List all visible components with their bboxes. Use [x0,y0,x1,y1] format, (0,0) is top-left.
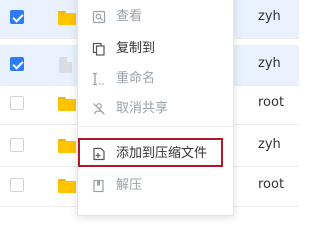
extract-icon [93,179,104,193]
folder-icon [58,11,76,25]
menu-item-label: 查看 [116,9,143,24]
row-owner: root [258,95,285,110]
menu-item-label: 重命名 [116,71,156,86]
folder-icon [58,139,76,153]
row-checkbox[interactable] [10,138,24,152]
folder-icon [58,97,76,111]
menu-divider [78,126,233,127]
row-checkbox[interactable] [10,178,24,192]
unshare-icon [93,103,105,115]
file-icon [59,57,72,73]
menu-item-extract[interactable]: 解压 [78,171,233,201]
menu-item-label: 取消共享 [116,101,169,116]
row-checkbox[interactable] [10,57,24,71]
menu-item-label: 复制到 [116,41,156,56]
menu-item-unshare[interactable]: 取消共享 [78,94,233,124]
rename-icon [93,72,104,86]
context-menu: 查看 复制到 重命名 取消共享 添加到压缩文件 解压 [77,0,234,216]
search-icon [92,10,106,24]
row-owner: zyh [258,9,281,24]
menu-item-view[interactable]: 查看 [78,2,233,32]
copy-icon [92,42,105,56]
row-checkbox[interactable] [10,96,24,110]
menu-item-copy-to[interactable]: 复制到 [78,34,233,64]
highlight-box [78,138,223,167]
row-owner: root [258,177,285,192]
row-owner: zyh [258,137,281,152]
row-owner: zyh [258,56,281,71]
menu-item-label: 解压 [116,178,143,193]
row-checkbox[interactable] [10,10,24,24]
folder-icon [58,179,76,193]
menu-item-rename[interactable]: 重命名 [78,64,233,94]
